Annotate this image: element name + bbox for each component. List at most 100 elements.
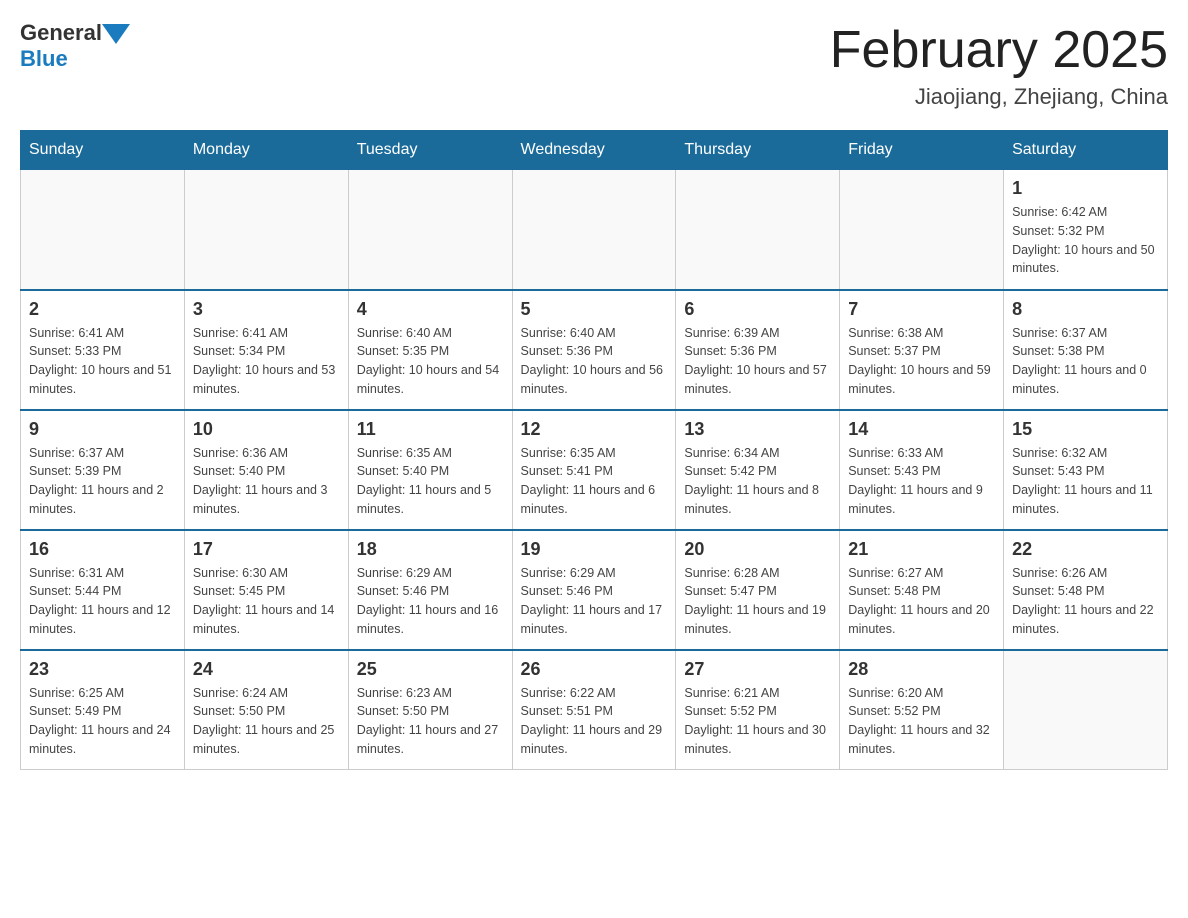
table-row: 16Sunrise: 6:31 AM Sunset: 5:44 PM Dayli… <box>21 530 185 650</box>
day-info: Sunrise: 6:41 AM Sunset: 5:34 PM Dayligh… <box>193 324 340 399</box>
day-number: 14 <box>848 419 995 440</box>
calendar-row: 16Sunrise: 6:31 AM Sunset: 5:44 PM Dayli… <box>21 530 1168 650</box>
table-row: 10 Sunrise: 6:36 AM Sunset: 5:40 PM Dayli… <box>184 410 348 530</box>
table-row: 7 Sunrise: 6:38 AM Sunset: 5:37 PM Daylig… <box>840 290 1004 410</box>
header-monday: Monday <box>184 131 348 170</box>
calendar-row: 2 Sunrise: 6:41 AM Sunset: 5:33 PM Daylig… <box>21 290 1168 410</box>
day-number: 25 <box>357 659 504 680</box>
day-number: 9 <box>29 419 176 440</box>
table-row: 25 Sunrise: 6:23 AM Sunset: 5:50 PM Dayli… <box>348 650 512 770</box>
day-number: 18 <box>357 539 504 560</box>
weekday-header-row: Sunday Monday Tuesday Wednesday Thursday… <box>21 131 1168 170</box>
table-row <box>348 170 512 290</box>
day-number: 8 <box>1012 299 1159 320</box>
table-row: 19 Sunrise: 6:29 AM Sunset: 5:46 PM Dayli… <box>512 530 676 650</box>
day-number: 3 <box>193 299 340 320</box>
table-row: 2 Sunrise: 6:41 AM Sunset: 5:33 PM Daylig… <box>21 290 185 410</box>
logo-triangle-icon <box>102 24 130 44</box>
day-info: Sunrise: 6:21 AM Sunset: 5:52 PM Dayligh… <box>684 684 831 759</box>
day-info: Sunrise: 6:40 AM Sunset: 5:36 PM Dayligh… <box>521 324 668 399</box>
table-row: 1Sunrise: 6:42 AM Sunset: 5:32 PM Daylig… <box>1004 170 1168 290</box>
day-number: 19 <box>521 539 668 560</box>
table-row: 12Sunrise: 6:35 AM Sunset: 5:41 PM Dayli… <box>512 410 676 530</box>
day-number: 6 <box>684 299 831 320</box>
table-row <box>1004 650 1168 770</box>
day-info: Sunrise: 6:25 AM Sunset: 5:49 PM Dayligh… <box>29 684 176 759</box>
table-row: 11 Sunrise: 6:35 AM Sunset: 5:40 PM Dayli… <box>348 410 512 530</box>
day-number: 27 <box>684 659 831 680</box>
day-number: 1 <box>1012 178 1159 199</box>
table-row: 15 Sunrise: 6:32 AM Sunset: 5:43 PM Dayli… <box>1004 410 1168 530</box>
table-row: 18 Sunrise: 6:29 AM Sunset: 5:46 PM Dayli… <box>348 530 512 650</box>
day-info: Sunrise: 6:22 AM Sunset: 5:51 PM Dayligh… <box>521 684 668 759</box>
table-row: 28 Sunrise: 6:20 AM Sunset: 5:52 PM Dayli… <box>840 650 1004 770</box>
day-info: Sunrise: 6:39 AM Sunset: 5:36 PM Dayligh… <box>684 324 831 399</box>
table-row: 26Sunrise: 6:22 AM Sunset: 5:51 PM Dayli… <box>512 650 676 770</box>
day-number: 17 <box>193 539 340 560</box>
day-number: 2 <box>29 299 176 320</box>
day-info: Sunrise: 6:29 AM Sunset: 5:46 PM Dayligh… <box>521 564 668 639</box>
calendar-row: 9 Sunrise: 6:37 AM Sunset: 5:39 PM Daylig… <box>21 410 1168 530</box>
day-info: Sunrise: 6:36 AM Sunset: 5:40 PM Dayligh… <box>193 444 340 519</box>
header-tuesday: Tuesday <box>348 131 512 170</box>
table-row: 9 Sunrise: 6:37 AM Sunset: 5:39 PM Daylig… <box>21 410 185 530</box>
header-saturday: Saturday <box>1004 131 1168 170</box>
day-info: Sunrise: 6:33 AM Sunset: 5:43 PM Dayligh… <box>848 444 995 519</box>
logo-text-blue: Blue <box>20 46 68 72</box>
day-info: Sunrise: 6:31 AM Sunset: 5:44 PM Dayligh… <box>29 564 176 639</box>
day-info: Sunrise: 6:26 AM Sunset: 5:48 PM Dayligh… <box>1012 564 1159 639</box>
table-row: 6 Sunrise: 6:39 AM Sunset: 5:36 PM Daylig… <box>676 290 840 410</box>
calendar-table: Sunday Monday Tuesday Wednesday Thursday… <box>20 130 1168 770</box>
day-number: 22 <box>1012 539 1159 560</box>
day-info: Sunrise: 6:37 AM Sunset: 5:39 PM Dayligh… <box>29 444 176 519</box>
table-row <box>840 170 1004 290</box>
day-info: Sunrise: 6:28 AM Sunset: 5:47 PM Dayligh… <box>684 564 831 639</box>
header-thursday: Thursday <box>676 131 840 170</box>
calendar-row: 1Sunrise: 6:42 AM Sunset: 5:32 PM Daylig… <box>21 170 1168 290</box>
day-number: 21 <box>848 539 995 560</box>
day-number: 28 <box>848 659 995 680</box>
table-row: 21Sunrise: 6:27 AM Sunset: 5:48 PM Dayli… <box>840 530 1004 650</box>
table-row <box>676 170 840 290</box>
table-row: 5 Sunrise: 6:40 AM Sunset: 5:36 PM Daylig… <box>512 290 676 410</box>
day-number: 15 <box>1012 419 1159 440</box>
table-row <box>512 170 676 290</box>
table-row: 3 Sunrise: 6:41 AM Sunset: 5:34 PM Daylig… <box>184 290 348 410</box>
day-info: Sunrise: 6:41 AM Sunset: 5:33 PM Dayligh… <box>29 324 176 399</box>
day-number: 5 <box>521 299 668 320</box>
table-row: 17 Sunrise: 6:30 AM Sunset: 5:45 PM Dayli… <box>184 530 348 650</box>
day-number: 10 <box>193 419 340 440</box>
day-info: Sunrise: 6:38 AM Sunset: 5:37 PM Dayligh… <box>848 324 995 399</box>
title-section: February 2025 Jiaojiang, Zhejiang, China <box>830 20 1168 110</box>
logo-text-general: General <box>20 20 102 46</box>
day-info: Sunrise: 6:37 AM Sunset: 5:38 PM Dayligh… <box>1012 324 1159 399</box>
day-info: Sunrise: 6:32 AM Sunset: 5:43 PM Dayligh… <box>1012 444 1159 519</box>
day-number: 20 <box>684 539 831 560</box>
calendar-row: 23 Sunrise: 6:25 AM Sunset: 5:49 PM Dayli… <box>21 650 1168 770</box>
header-sunday: Sunday <box>21 131 185 170</box>
table-row: 8 Sunrise: 6:37 AM Sunset: 5:38 PM Daylig… <box>1004 290 1168 410</box>
month-title: February 2025 <box>830 20 1168 80</box>
day-info: Sunrise: 6:34 AM Sunset: 5:42 PM Dayligh… <box>684 444 831 519</box>
table-row: 23 Sunrise: 6:25 AM Sunset: 5:49 PM Dayli… <box>21 650 185 770</box>
table-row: 27 Sunrise: 6:21 AM Sunset: 5:52 PM Dayli… <box>676 650 840 770</box>
day-info: Sunrise: 6:24 AM Sunset: 5:50 PM Dayligh… <box>193 684 340 759</box>
day-info: Sunrise: 6:29 AM Sunset: 5:46 PM Dayligh… <box>357 564 504 639</box>
day-info: Sunrise: 6:30 AM Sunset: 5:45 PM Dayligh… <box>193 564 340 639</box>
table-row: 14 Sunrise: 6:33 AM Sunset: 5:43 PM Dayli… <box>840 410 1004 530</box>
day-info: Sunrise: 6:35 AM Sunset: 5:40 PM Dayligh… <box>357 444 504 519</box>
table-row: 22 Sunrise: 6:26 AM Sunset: 5:48 PM Dayli… <box>1004 530 1168 650</box>
day-info: Sunrise: 6:20 AM Sunset: 5:52 PM Dayligh… <box>848 684 995 759</box>
day-number: 13 <box>684 419 831 440</box>
day-number: 23 <box>29 659 176 680</box>
day-info: Sunrise: 6:40 AM Sunset: 5:35 PM Dayligh… <box>357 324 504 399</box>
table-row: 20 Sunrise: 6:28 AM Sunset: 5:47 PM Dayli… <box>676 530 840 650</box>
location: Jiaojiang, Zhejiang, China <box>830 84 1168 110</box>
day-number: 11 <box>357 419 504 440</box>
table-row <box>21 170 185 290</box>
day-number: 7 <box>848 299 995 320</box>
day-number: 24 <box>193 659 340 680</box>
table-row <box>184 170 348 290</box>
day-info: Sunrise: 6:23 AM Sunset: 5:50 PM Dayligh… <box>357 684 504 759</box>
day-number: 12 <box>521 419 668 440</box>
